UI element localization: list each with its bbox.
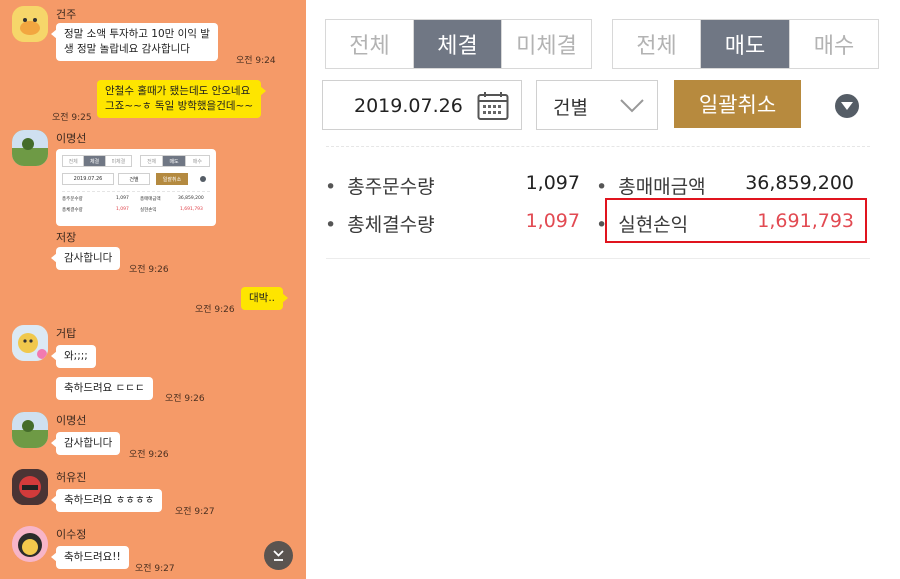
message-time: 오전 9:26 — [129, 450, 169, 460]
unit-select[interactable]: 건별 — [536, 80, 658, 130]
mini-date: 2019.07.26 — [62, 173, 114, 185]
chat-bubble[interactable]: 축하드려요 ㅎㅎㅎㅎ — [50, 489, 163, 512]
avatar[interactable] — [12, 526, 48, 562]
mini-stat-label: 실현손익 — [140, 208, 157, 213]
status-filter: 전체 체결 미체결 — [325, 19, 592, 69]
tab-all-side[interactable]: 전체 — [613, 20, 701, 68]
sender-name: 허유진 — [56, 471, 87, 484]
chevron-down-icon — [620, 99, 644, 113]
unit-value: 건별 — [553, 97, 588, 119]
scroll-down-icon — [273, 550, 284, 561]
message-time: 오전 9:24 — [236, 56, 276, 66]
message-time: 오전 9:26 — [129, 265, 169, 275]
mini-stat-label: 총주문수량 — [62, 197, 83, 202]
divider — [326, 146, 870, 147]
chat-panel: 건주 정말 소액 투자하고 10만 이익 발 생 정말 놀랍네요 감사합니다 오… — [0, 0, 306, 579]
mini-divider — [62, 191, 210, 192]
calendar-icon[interactable] — [477, 91, 509, 121]
highlight-box — [605, 198, 867, 243]
chat-bubble[interactable]: 감사합니다 — [50, 432, 121, 455]
more-options-button[interactable] — [835, 94, 859, 118]
avatar[interactable] — [12, 325, 48, 361]
chat-bubble[interactable]: 감사합니다 — [50, 247, 121, 270]
total-trade-amount-value: 36,859,200 — [745, 172, 854, 194]
sender-name: 거탑 — [56, 327, 77, 340]
scroll-down-button[interactable] — [264, 541, 293, 570]
mini-stat-value: 1,097 — [116, 207, 129, 212]
my-chat-bubble[interactable]: 안철수 홀때가 됐는데도 안오네요 그죠~~ㅎ 독일 방학했을건데~~ — [97, 80, 267, 118]
mini-unit: 건별 — [118, 173, 150, 185]
mini-stat-label: 총매매금액 — [140, 197, 161, 202]
message-time: 오전 9:25 — [52, 113, 92, 123]
side-filter: 전체 매도 매수 — [612, 19, 879, 69]
message-time: 오전 9:27 — [175, 507, 215, 517]
tab-unexecuted[interactable]: 미체결 — [502, 20, 591, 68]
image-caption: 저장 — [56, 231, 77, 244]
total-order-qty-value: 1,097 — [525, 172, 580, 194]
message-time: 오전 9:27 — [135, 564, 175, 574]
date-picker[interactable]: 2019.07.26 — [322, 80, 522, 130]
message-time: 오전 9:26 — [195, 305, 235, 315]
sender-name: 이명선 — [56, 132, 87, 145]
avatar[interactable] — [12, 469, 48, 505]
tab-executed[interactable]: 체결 — [414, 20, 502, 68]
mini-caret-icon — [200, 176, 206, 182]
total-trade-amount-label: 총매매금액 — [596, 172, 705, 199]
caret-down-icon — [841, 102, 853, 110]
tab-all[interactable]: 전체 — [326, 20, 414, 68]
total-exec-qty-value: 1,097 — [525, 210, 580, 232]
divider — [326, 258, 870, 259]
mini-stat-value: 1,097 — [116, 196, 129, 201]
chat-bubble[interactable]: 와;;;; — [51, 345, 96, 368]
message-time: 오전 9:26 — [165, 394, 205, 404]
mini-status-filter: 전체 체결 미체결 — [62, 155, 132, 167]
mini-stat-label: 총체결수량 — [62, 208, 83, 213]
sender-name: 이수정 — [56, 528, 87, 541]
tab-sell[interactable]: 매도 — [701, 20, 790, 68]
date-value: 2019.07.26 — [354, 95, 463, 117]
mini-side-filter: 전체 매도 매수 — [140, 155, 210, 167]
mini-stat-value: 1,691,793 — [180, 207, 203, 212]
chat-bubble[interactable]: 축하드려요 ㄷㄷㄷ — [56, 377, 153, 400]
mini-stat-value: 36,859,200 — [178, 196, 204, 201]
avatar[interactable] — [12, 412, 48, 448]
total-order-qty-label: 총주문수량 — [325, 172, 434, 199]
tab-buy[interactable]: 매수 — [790, 20, 878, 68]
avatar[interactable] — [12, 130, 48, 166]
mini-cancel: 일괄취소 — [156, 173, 188, 185]
total-exec-qty-label: 총체결수량 — [325, 210, 434, 237]
chat-bubble[interactable]: 축하드려요!! — [51, 546, 129, 569]
shared-image-thumbnail[interactable]: 전체 체결 미체결 전체 매도 매수 2019.07.26 건별 일괄취소 총주… — [56, 149, 216, 226]
my-chat-bubble[interactable]: 대박.. — [241, 287, 288, 310]
chat-bubble[interactable]: 정말 소액 투자하고 10만 이익 발 생 정말 놀랍네요 감사합니다 — [51, 23, 218, 61]
avatar[interactable] — [12, 6, 48, 42]
sender-name: 이명선 — [56, 414, 87, 427]
cancel-all-button[interactable]: 일괄취소 — [674, 80, 801, 128]
sender-name: 건주 — [56, 8, 77, 21]
